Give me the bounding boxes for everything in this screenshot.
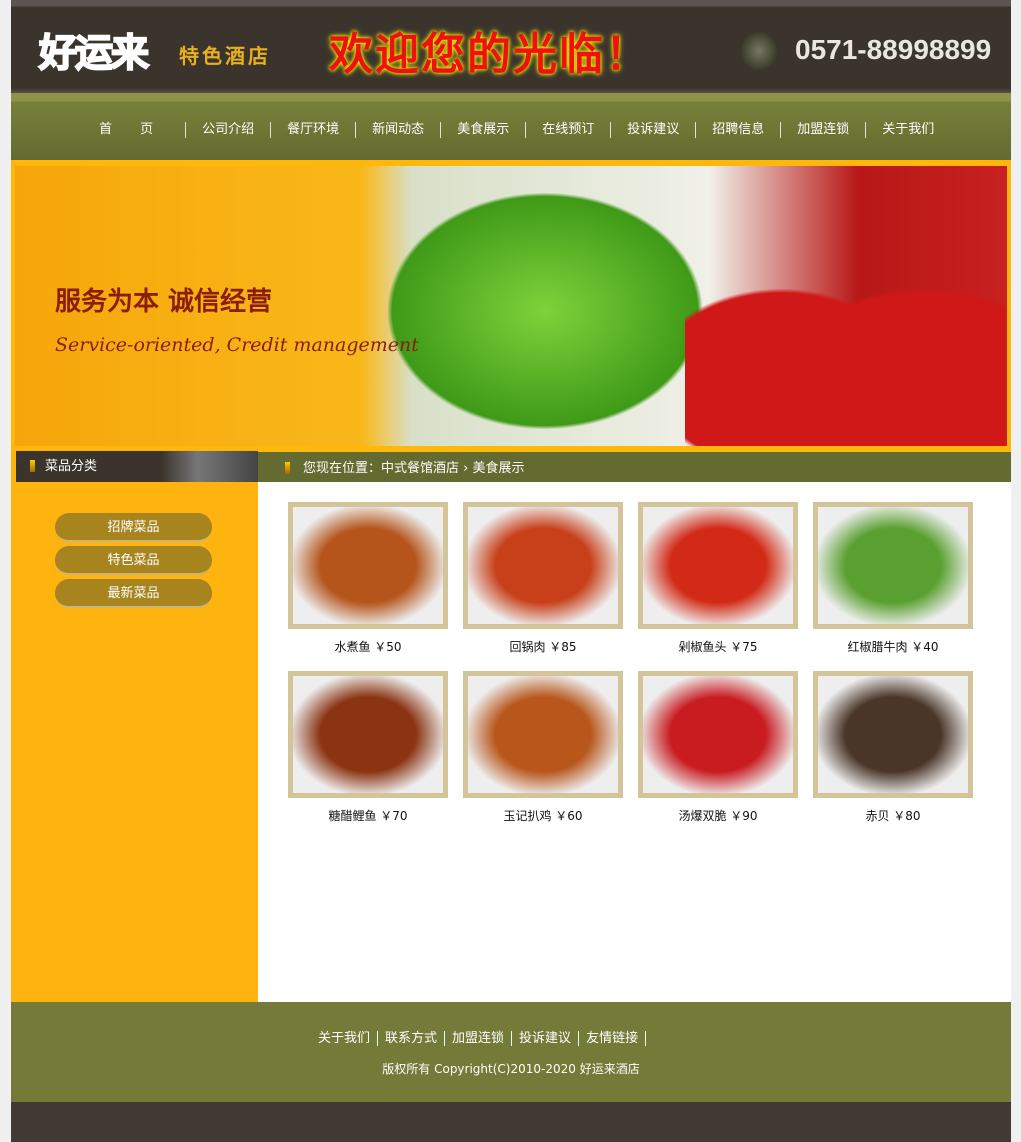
dish-thumbnail[interactable] — [288, 671, 448, 798]
nav-item[interactable]: 关于我们 — [865, 122, 950, 138]
dish-thumbnail[interactable] — [813, 502, 973, 629]
nav-item[interactable]: 新闻动态 — [355, 122, 440, 138]
dish-thumbnail[interactable] — [638, 502, 798, 629]
dish-card[interactable]: 汤爆双脆 ￥90 — [638, 671, 798, 824]
sidebar-header: 菜品分类 — [16, 451, 258, 482]
main-nav: 首 页公司介绍 餐厅环境 新闻动态 美食展示 在线预订 投诉建议 招聘信息 加盟连锁 关于我们 — [11, 93, 1011, 160]
welcome-banner: 欢迎您的光临！ — [329, 29, 651, 80]
dish-card[interactable]: 回锅肉 ￥85 — [463, 502, 623, 655]
dish-caption[interactable]: 剁椒鱼头 ￥75 — [638, 638, 798, 655]
telephone-icon — [741, 32, 777, 70]
slogan: 服务为本 诚信经营 — [55, 287, 273, 317]
header: 好运来 特色酒店 欢迎您的光临！ 0571-88998899 — [11, 0, 1011, 93]
page: 好运来 特色酒店 欢迎您的光临！ 0571-88998899 首 页公司介绍 餐厅… — [11, 0, 1011, 1142]
dish-caption[interactable]: 赤贝 ￥80 — [813, 807, 973, 824]
dish-image — [365, 176, 725, 446]
dish-caption[interactable]: 玉记扒鸡 ￥60 — [463, 807, 623, 824]
nav-item[interactable]: 投诉建议 — [610, 122, 695, 138]
dish-thumbnail[interactable] — [463, 502, 623, 629]
dish-caption[interactable]: 糖醋鲤鱼 ￥70 — [288, 807, 448, 824]
nav-item[interactable]: 招聘信息 — [695, 122, 780, 138]
nav-item[interactable]: 在线预订 — [525, 122, 610, 138]
logo-subtitle: 特色酒店 — [179, 44, 271, 68]
bottom-bar — [11, 1102, 1011, 1142]
dish-card[interactable]: 水煮鱼 ￥50 — [288, 502, 448, 655]
dish-thumbnail[interactable] — [813, 671, 973, 798]
nav-item[interactable]: 餐厅环境 — [270, 122, 355, 138]
marker-icon — [285, 462, 290, 474]
category-signature[interactable]: 招牌菜品 — [55, 513, 212, 542]
nav-item[interactable]: 美食展示 — [440, 122, 525, 138]
category-special[interactable]: 特色菜品 — [55, 546, 212, 575]
breadcrumb-text: 您现在位置：中式餐馆酒店 › 美食展示 — [303, 461, 525, 476]
phone-number: 0571-88998899 — [795, 34, 992, 65]
dish-thumbnail[interactable] — [288, 502, 448, 629]
dish-caption[interactable]: 汤爆双脆 ￥90 — [638, 807, 798, 824]
dish-caption[interactable]: 水煮鱼 ￥50 — [288, 638, 448, 655]
category-newest[interactable]: 最新菜品 — [55, 579, 212, 608]
sidebar: 菜品分类 招牌菜品 特色菜品 最新菜品 — [11, 450, 258, 1002]
footer-link[interactable]: 关于我们 — [311, 1031, 379, 1046]
dish-card[interactable]: 红椒腊牛肉 ￥40 — [813, 502, 973, 655]
dish-caption[interactable]: 红椒腊牛肉 ￥40 — [813, 638, 973, 655]
nav-item[interactable]: 加盟连锁 — [780, 122, 865, 138]
hero-banner: 服务为本 诚信经营 Service-oriented, Credit manag… — [11, 160, 1011, 450]
dish-thumbnail[interactable] — [463, 671, 623, 798]
sidebar-title: 菜品分类 — [45, 459, 98, 474]
footer-link[interactable]: 友情链接 — [579, 1031, 647, 1046]
dish-card[interactable]: 赤贝 ￥80 — [813, 671, 973, 824]
footer-link[interactable]: 加盟连锁 — [445, 1031, 513, 1046]
footer-link[interactable]: 联系方式 — [378, 1031, 446, 1046]
dish-card[interactable]: 糖醋鲤鱼 ￥70 — [288, 671, 448, 824]
dish-thumbnail[interactable] — [638, 671, 798, 798]
footer-link[interactable]: 投诉建议 — [512, 1031, 580, 1046]
dish-caption[interactable]: 回锅肉 ￥85 — [463, 638, 623, 655]
breadcrumb: 您现在位置：中式餐馆酒店 › 美食展示 — [258, 450, 1011, 482]
nav-item[interactable]: 首 页 — [83, 122, 185, 138]
hostesses-image — [685, 226, 1005, 446]
main-content: 您现在位置：中式餐馆酒店 › 美食展示 水煮鱼 ￥50 回锅肉 ￥85 剁椒鱼头 ￥… — [258, 450, 1011, 1002]
dish-card[interactable]: 玉记扒鸡 ￥60 — [463, 671, 623, 824]
dish-card[interactable]: 剁椒鱼头 ￥75 — [638, 502, 798, 655]
nav-item[interactable]: 公司介绍 — [185, 122, 270, 138]
logo[interactable]: 好运来 — [38, 22, 150, 77]
footer: 关于我们 联系方式 加盟连锁 投诉建议 友情链接 版权所有 Copyright(C)20… — [11, 1002, 1011, 1102]
copyright: 版权所有 Copyright(C)2010-2020 好运来酒店 — [382, 1062, 640, 1076]
slogan-english: Service-oriented, Credit management — [55, 334, 419, 356]
marker-icon — [30, 460, 35, 472]
